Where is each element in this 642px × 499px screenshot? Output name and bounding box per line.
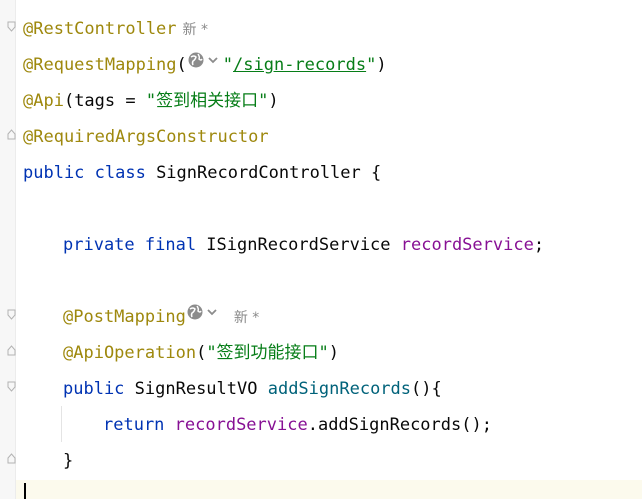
field-name: recordService	[400, 235, 534, 255]
editor-gutter	[0, 0, 16, 499]
semicolon: ;	[533, 235, 545, 255]
keyword: public	[63, 379, 125, 399]
code-line-1[interactable]: @RestController 新 *	[23, 11, 208, 47]
keyword: private final	[63, 235, 197, 255]
code-line-10[interactable]: return recordService.addSignRecords();	[103, 407, 492, 443]
globe-icon[interactable]	[186, 298, 222, 334]
annotation: @Api	[23, 91, 64, 111]
code-text: .addSignRecords();	[307, 415, 492, 435]
paren: )	[268, 91, 279, 111]
string-literal: "签到相关接口"	[145, 91, 269, 111]
code-text: (tags =	[63, 91, 146, 111]
quote: "	[366, 55, 377, 75]
fold-icon[interactable]	[7, 309, 16, 320]
keyword: return	[103, 415, 165, 435]
paren: )	[376, 55, 387, 75]
code-line-9[interactable]: public SignResultVO addSignRecords(){	[63, 371, 442, 407]
request-path-link[interactable]: /sign-records	[233, 55, 366, 75]
fold-icon[interactable]	[7, 453, 16, 464]
paren: (	[176, 55, 187, 75]
annotation: @ApiOperation	[63, 343, 197, 363]
indent-guide	[61, 406, 62, 442]
paren: (	[196, 343, 207, 363]
code-line-6[interactable]: private final ISignRecordService recordS…	[63, 227, 544, 263]
keyword: public class	[23, 163, 146, 183]
code-line-7[interactable]: @PostMapping 新 *	[63, 299, 259, 335]
author-inlay-hint[interactable]: 新 *	[234, 310, 259, 326]
code-line-2[interactable]: @RequestMapping( "/sign-records")	[23, 47, 387, 83]
fold-icon[interactable]	[7, 381, 16, 392]
annotation: @RestController	[23, 19, 177, 39]
code-line-5[interactable]: public class SignRecordController {	[23, 155, 381, 191]
closing-brace: }	[63, 451, 74, 471]
code-line-11[interactable]: }	[63, 443, 73, 479]
code-line-4[interactable]: @RequiredArgsConstructor	[23, 119, 269, 155]
fold-icon[interactable]	[7, 21, 16, 32]
type-name: ISignRecordService	[196, 235, 401, 255]
quote: "	[222, 55, 234, 75]
class-name: SignRecordController {	[145, 163, 382, 183]
code-text: (){	[411, 379, 442, 399]
string-literal: "签到功能接口"	[206, 343, 329, 363]
fold-icon[interactable]	[7, 345, 16, 356]
code-line-3[interactable]: @Api(tags = "签到相关接口")	[23, 83, 279, 119]
paren: )	[328, 343, 340, 363]
field-name: recordService	[164, 415, 308, 435]
annotation: @RequestMapping	[23, 55, 177, 75]
type-name: SignResultVO	[124, 379, 268, 399]
annotation: @PostMapping	[63, 307, 186, 327]
globe-icon[interactable]	[187, 46, 223, 82]
current-line-highlight	[16, 480, 642, 499]
text-caret	[24, 483, 26, 499]
fold-icon[interactable]	[7, 129, 16, 140]
code-line-8[interactable]: @ApiOperation("签到功能接口")	[63, 335, 339, 371]
annotation: @RequiredArgsConstructor	[23, 127, 269, 147]
method-name: addSignRecords	[267, 379, 412, 399]
author-inlay-hint[interactable]: 新 *	[183, 22, 208, 38]
